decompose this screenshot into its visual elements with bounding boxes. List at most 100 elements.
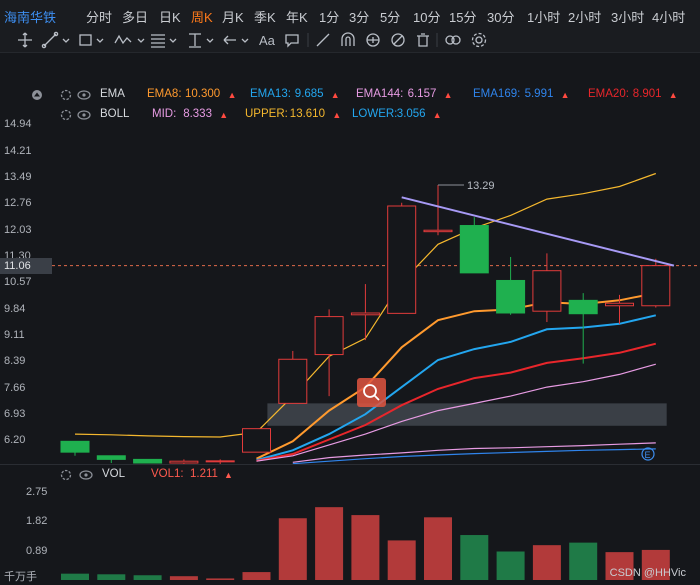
tab-period-8[interactable]: 3分 <box>349 7 369 26</box>
up-arrow-icon: ▲ <box>330 90 340 100</box>
price-tick-label: 14.94 <box>4 118 32 131</box>
volume-bar <box>97 574 126 580</box>
tab-period-13[interactable]: 1小时 <box>527 7 560 26</box>
indicator-label: MID: <box>152 108 177 120</box>
symbol-title[interactable]: 海南华铁 <box>4 7 56 26</box>
candle-body <box>314 316 344 356</box>
volume-bar <box>387 540 416 580</box>
volume-bar <box>315 507 344 580</box>
up-arrow-icon: ▲ <box>219 110 229 120</box>
price-tick-label: 14.21 <box>4 144 32 157</box>
crosshair-icon[interactable] <box>18 32 32 48</box>
indicator-value: 6.157 <box>407 88 437 100</box>
candle-body <box>496 279 526 314</box>
line-tool-icon[interactable] <box>41 31 70 49</box>
tab-period-6[interactable]: 年K <box>286 7 308 26</box>
vol-legend: VOL VOL1: 1.211 ▲ <box>0 465 700 485</box>
volume-bar <box>278 518 307 580</box>
link-icon[interactable] <box>445 35 461 45</box>
tab-period-15[interactable]: 3小时 <box>611 7 644 26</box>
price-tick-label: 6.20 <box>4 434 26 447</box>
price-tick-label: 12.03 <box>4 223 32 236</box>
hide-icon[interactable] <box>391 33 405 47</box>
ema-legend: EMA EMA8: 10.300 ▲ EMA13: 9.685 ▲ EMA144: 6.157… <box>0 85 700 105</box>
comment-icon[interactable] <box>285 34 299 48</box>
eye-icon[interactable] <box>76 465 96 485</box>
tab-period-16[interactable]: 4小时 <box>652 7 685 26</box>
indicator-value: 10.300 <box>185 88 221 100</box>
wave-tool-icon[interactable] <box>114 34 145 45</box>
price-chart[interactable]: 13.29 E <box>0 120 700 465</box>
volume-bar <box>569 542 598 580</box>
vol-title[interactable]: VOL <box>102 468 125 480</box>
indicator-label: EMA144: <box>356 88 404 100</box>
volume-tick-label: 0.89 <box>26 544 48 557</box>
price-tick-label: 7.66 <box>4 381 26 394</box>
trash-icon[interactable] <box>417 33 429 47</box>
indicator-label: LOWER: <box>352 108 398 120</box>
candle-body <box>459 225 489 274</box>
fib-tool-icon[interactable] <box>151 34 177 48</box>
current-price-tag: 11.06 <box>0 257 52 274</box>
candle-body <box>242 428 271 453</box>
tab-period-3[interactable]: 周K <box>191 7 213 26</box>
indicator-value: 13.610 <box>289 108 325 120</box>
tab-period-10[interactable]: 10分 <box>413 7 440 26</box>
arrow-tool-icon[interactable] <box>223 35 249 45</box>
up-arrow-icon: ▲ <box>332 110 342 120</box>
zoom-search-icon[interactable] <box>357 378 386 407</box>
volume-bar <box>169 576 198 580</box>
up-arrow-icon: ▲ <box>668 90 678 100</box>
candle-body <box>387 205 417 314</box>
candle-body <box>568 299 598 315</box>
lock-icon[interactable] <box>366 33 380 47</box>
event-marker-icon[interactable]: E <box>641 447 655 461</box>
eye-icon[interactable] <box>74 85 94 105</box>
tab-period-1[interactable]: 多日 <box>122 7 148 26</box>
indicator-label: EMA13: <box>250 88 291 100</box>
indicator-label: EMA169: <box>473 88 521 100</box>
rect-tool-icon[interactable] <box>79 34 104 46</box>
tab-period-2[interactable]: 日K <box>159 7 181 26</box>
volume-bar <box>460 535 489 580</box>
tab-period-9[interactable]: 5分 <box>380 7 400 26</box>
text-align-icon[interactable] <box>189 33 214 48</box>
tab-period-7[interactable]: 1分 <box>319 7 339 26</box>
period-bar: 海南华铁 分时 多日 日K 周K 月K 季K 年K 1分 3分 5分 10分 15分 30分 1小时 2小时… <box>0 0 700 29</box>
settings-icon[interactable] <box>56 465 76 485</box>
vol-value: 1.211 <box>190 468 218 480</box>
candle-body <box>133 458 163 464</box>
tab-period-0[interactable]: 分时 <box>86 7 112 26</box>
magnet-icon[interactable] <box>341 32 355 46</box>
tab-period-5[interactable]: 季K <box>254 7 276 26</box>
price-tick-label: 13.49 <box>4 170 32 183</box>
volume-bar <box>206 578 235 580</box>
up-arrow-icon: ▲ <box>224 470 233 480</box>
candle-body <box>605 302 634 307</box>
indicator-label: UPPER: <box>245 108 288 120</box>
candle-body <box>423 229 453 233</box>
candle-body <box>350 312 380 316</box>
tab-period-11[interactable]: 15分 <box>449 7 476 26</box>
tab-period-12[interactable]: 30分 <box>487 7 514 26</box>
price-tick-label: 12.76 <box>4 197 32 210</box>
svg-text:E: E <box>645 450 651 460</box>
vol-label: VOL1: <box>151 468 184 480</box>
font-icon[interactable]: Aa <box>259 33 276 48</box>
volume-chart[interactable] <box>0 485 700 585</box>
settings-icon[interactable] <box>471 32 487 48</box>
volume-tick-label: 2.75 <box>26 485 48 498</box>
volume-bar <box>133 575 162 580</box>
tab-period-14[interactable]: 2小时 <box>568 7 601 26</box>
candle-body <box>278 358 308 404</box>
tab-period-4[interactable]: 月K <box>222 7 244 26</box>
toolbar-icons: Aa <box>18 31 487 49</box>
indicator-label: EMA20: <box>588 88 629 100</box>
ruler-icon[interactable] <box>316 33 330 47</box>
boll-title[interactable]: BOLL <box>100 108 129 120</box>
volume-bar <box>242 572 271 580</box>
price-tick-label: 6.93 <box>4 407 26 420</box>
indicator-value: 5.991 <box>524 88 554 100</box>
watermark: CSDN @HHVic <box>609 567 686 579</box>
ema-title[interactable]: EMA <box>100 88 125 100</box>
